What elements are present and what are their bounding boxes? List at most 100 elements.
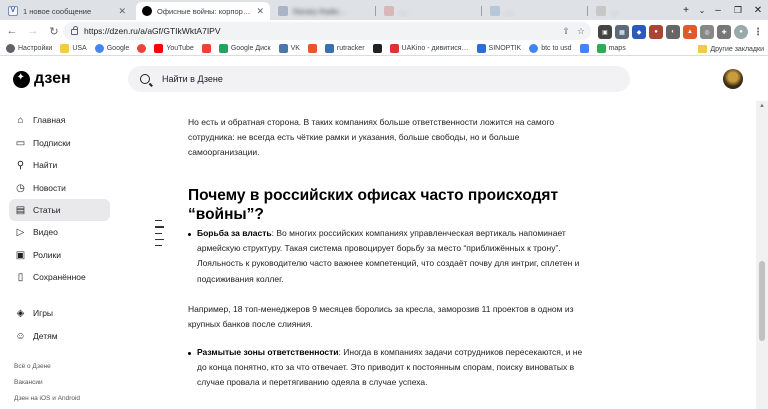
dzen-logo-icon [13, 70, 30, 88]
bookmark[interactable] [372, 44, 382, 53]
dzen-header: дзен Найти в Дзене [0, 57, 768, 101]
article-paragraph: Например, 18 топ-менеджеров 9 месяцев бо… [188, 304, 574, 330]
star-icon[interactable]: ☆ [577, 26, 585, 37]
news-icon: ◷ [16, 182, 25, 194]
home-icon: ⌂ [17, 114, 24, 126]
bookmark[interactable] [137, 44, 147, 53]
bookmark[interactable]: USA [60, 44, 87, 53]
close-icon[interactable]: ✕ [118, 6, 126, 17]
bookmark[interactable]: btc to usd [529, 44, 572, 53]
bullet-title: Борьба за власть [197, 228, 272, 238]
back-button[interactable]: ← [3, 22, 21, 40]
other-bookmarks[interactable]: Другие закладки [698, 42, 764, 56]
dzen-logo[interactable]: дзен [13, 70, 71, 88]
bookmark[interactable]: UAKino - дивитися… [389, 44, 469, 53]
sidebar-item-kids[interactable]: ☺ Детям [9, 325, 110, 347]
share-icon[interactable]: ⇪ [562, 26, 570, 37]
search-placeholder: Найти в Дзене [162, 74, 223, 84]
avatar[interactable]: ● [734, 25, 748, 39]
avatar[interactable] [723, 69, 743, 89]
site-icon [278, 6, 288, 16]
footer-link-jobs[interactable]: Вакансии [14, 379, 43, 386]
tab-blurred[interactable]: Ranary Radio… [272, 2, 372, 20]
sidebar-item-shorts[interactable]: ▣ Ролики [9, 244, 110, 266]
bookmark[interactable]: Google Диск [218, 44, 271, 53]
video-icon: ▷ [16, 226, 25, 238]
puzzle-icon[interactable]: ✚ [717, 25, 731, 39]
bookmark[interactable]: Google [94, 44, 129, 53]
scrollbar[interactable]: ▲ [756, 101, 768, 409]
extension-icon[interactable]: ◐ [666, 25, 680, 39]
tab-blurred[interactable]: … [590, 2, 670, 20]
sidebar-item-subscriptions[interactable]: ▭ Подписки [9, 132, 110, 154]
site-icon [307, 44, 317, 53]
sidebar: ⌂ Главная ▭ Подписки ⚲ Найти ◷ Новости ▤ Стат… [0, 101, 118, 409]
rutracker-icon [324, 44, 334, 53]
sidebar-item-find[interactable]: ⚲ Найти [9, 154, 110, 176]
youtube-icon [154, 44, 164, 53]
search-icon: ⚲ [16, 159, 25, 171]
tab-title: … [611, 6, 619, 16]
bookmark[interactable]: Настройки [6, 44, 52, 53]
menu-icon[interactable]: ⋮ [751, 25, 765, 39]
extension-icon[interactable]: ▦ [615, 25, 629, 39]
bookmark[interactable]: YouTube [154, 44, 194, 53]
sidebar-item-articles[interactable]: ▤ Статьи [9, 199, 110, 221]
list-item: Размытые зоны ответственности: Иногда в … [197, 347, 583, 388]
footer-link-apps[interactable]: Дзен на iOS и Android [14, 395, 80, 402]
bookmark[interactable]: rutracker [324, 44, 365, 53]
sinoptik-icon [476, 44, 486, 53]
sidebar-item-news[interactable]: ◷ Новости [9, 177, 110, 199]
sidebar-item-video[interactable]: ▷ Видео [9, 221, 110, 243]
gmail-icon [201, 44, 211, 53]
footer-link-about[interactable]: Всё о Дзене [14, 363, 51, 370]
bullet-title: Размытые зоны ответственности [197, 347, 339, 357]
extension-icon[interactable]: ● [649, 25, 663, 39]
sidebar-item-saved[interactable]: ▯ Сохранённое [9, 266, 110, 288]
site-icon [384, 6, 394, 16]
close-icon[interactable]: ✕ [256, 6, 264, 17]
extension-icon[interactable]: ▣ [598, 25, 612, 39]
extension-icon[interactable]: ◎ [700, 25, 714, 39]
scroll-thumb[interactable] [759, 261, 765, 341]
bookmark[interactable]: VK [278, 44, 300, 53]
site-icon [596, 6, 606, 16]
scroll-up-icon[interactable]: ▲ [759, 103, 765, 109]
site-icon [579, 44, 589, 53]
tab-title: … [505, 6, 513, 16]
list-item: Борьба за власть: Во многих российских к… [197, 228, 580, 284]
extension-icon[interactable]: ◆ [632, 25, 646, 39]
sidebar-item-games[interactable]: ◈ Игры [9, 302, 110, 324]
uakino-icon [389, 44, 399, 53]
search-input[interactable]: Найти в Дзене [128, 66, 630, 92]
gear-icon [6, 44, 15, 53]
forward-button[interactable]: → [24, 22, 42, 40]
table-of-contents-marker[interactable] [155, 220, 167, 251]
url-text: https://dzen.ru/a/aGf/GTIkWktA7IPV [84, 26, 221, 36]
bookmark[interactable] [201, 44, 211, 53]
search-icon [140, 74, 150, 84]
subscriptions-icon: ▭ [15, 137, 26, 149]
tab-title: 1 новое сообщение [23, 6, 92, 16]
article-heading: Почему в российских офисах часто происхо… [188, 187, 559, 223]
close-window-button[interactable]: ✕ [744, 0, 768, 20]
reload-button[interactable]: ↻ [45, 22, 63, 40]
bookmark[interactable]: maps [596, 44, 626, 53]
tab-blurred[interactable]: … [378, 2, 478, 20]
site-icon [372, 44, 382, 53]
extension-icon[interactable]: ▲ [683, 25, 697, 39]
article-paragraph: Но есть и обратная сторона. В таких комп… [188, 117, 555, 158]
bookmark[interactable] [307, 44, 317, 53]
sidebar-item-home[interactable]: ⌂ Главная [9, 109, 110, 131]
bookmark[interactable]: SINOPTIK [476, 44, 521, 53]
tab-blurred[interactable]: … [484, 2, 584, 20]
google-icon [529, 44, 539, 53]
address-bar[interactable]: https://dzen.ru/a/aGf/GTIkWktA7IPV ⇪ ☆ [63, 22, 591, 40]
folder-icon [698, 45, 708, 53]
articles-icon: ▤ [15, 204, 26, 216]
tab-dzen-article[interactable]: Офисные войны: корпоративн… ✕ [136, 2, 270, 20]
bookmarks-bar: Настройки USA Google YouTube Google Диск… [0, 42, 768, 56]
tab-mail[interactable]: V 1 новое сообщение ✕ [2, 2, 132, 20]
bookmark[interactable] [579, 44, 589, 53]
vk-icon [278, 44, 288, 53]
